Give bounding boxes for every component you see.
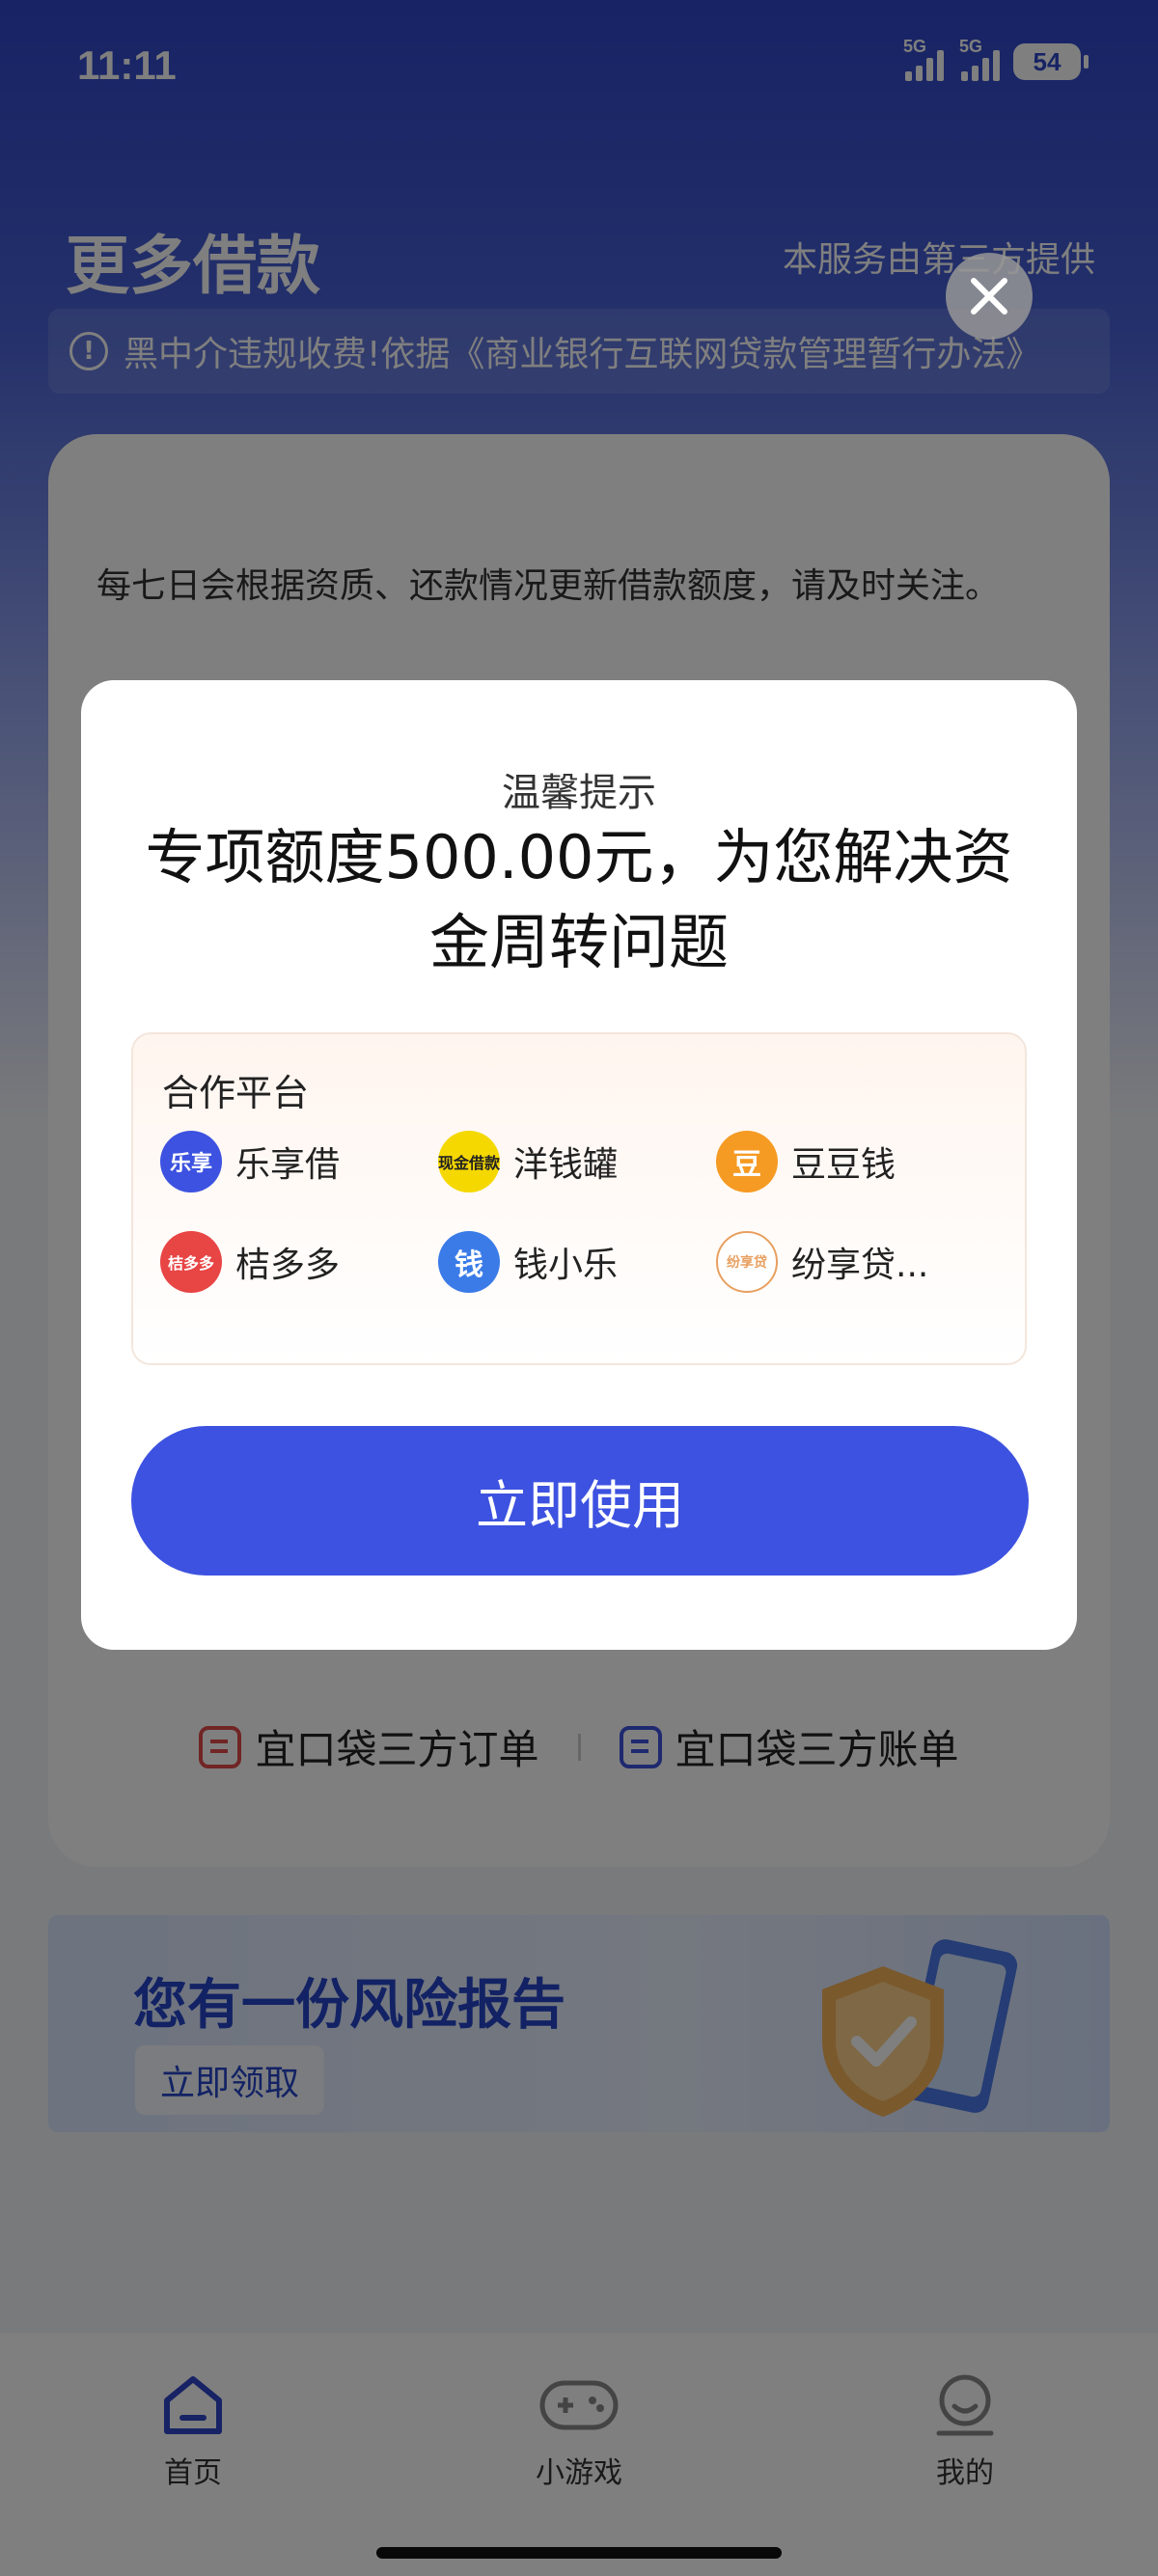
promo-modal: 温馨提示 专项额度500.00元，为您解决资金周转问题 合作平台 乐享 乐享借 …	[81, 680, 1077, 1650]
yangqianguan-logo-icon: 现金借款	[438, 1131, 500, 1192]
qianxiaole-logo-icon: 钱	[438, 1231, 500, 1293]
partner-item: 钱 钱小乐	[438, 1231, 618, 1293]
juduoduo-logo-icon: 桔多多	[160, 1231, 222, 1293]
modal-subtitle: 温馨提示	[502, 771, 656, 815]
close-icon	[971, 278, 1007, 315]
close-button[interactable]	[946, 253, 1033, 340]
partner-item: 桔多多 桔多多	[160, 1231, 340, 1293]
partner-item: 乐享 乐享借	[160, 1131, 340, 1192]
use-now-button[interactable]: 立即使用	[131, 1426, 1029, 1576]
lexiangjie-logo-icon: 乐享	[160, 1131, 222, 1192]
doudouqian-logo-icon: 豆	[716, 1131, 778, 1192]
fenxiangdai-logo-icon: 纷享贷	[716, 1231, 778, 1293]
partner-item: 纷享贷 纷享贷...	[716, 1231, 928, 1293]
partner-heading: 合作平台	[162, 1072, 310, 1114]
partner-item: 现金借款 洋钱罐	[438, 1131, 618, 1192]
partner-platforms: 合作平台 乐享 乐享借 现金借款 洋钱罐 豆 豆豆钱 桔多多 桔多多 钱 钱小乐	[131, 1032, 1027, 1365]
partner-item: 豆 豆豆钱	[716, 1131, 896, 1192]
modal-title: 专项额度500.00元，为您解决资金周转问题	[145, 822, 1013, 977]
